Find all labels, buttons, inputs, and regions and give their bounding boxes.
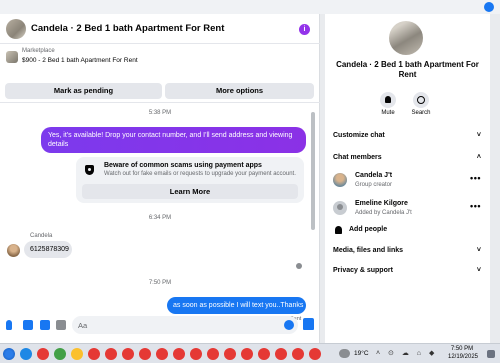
member-name: Emeline Kilgore xyxy=(355,200,408,207)
customize-chat-label: Customize chat xyxy=(333,132,385,139)
member-role: Added by Candela J't xyxy=(355,210,412,216)
taskbar-app-icon[interactable] xyxy=(37,348,49,360)
chat-members-label: Chat members xyxy=(333,154,382,161)
chat-members-section[interactable]: Chat members ˄ xyxy=(333,154,481,161)
gif-icon[interactable] xyxy=(40,320,50,330)
sender-name: Candela xyxy=(30,233,53,239)
timestamp: 6:34 PM xyxy=(148,215,172,221)
windows-taskbar: 19°C ˄ ⊙ ☁ ⌂ ◆ 7:50 PM 12/19/2025 xyxy=(0,343,500,363)
avatar[interactable] xyxy=(333,201,347,215)
message-composer xyxy=(0,312,320,343)
privacy-support-section[interactable]: Privacy & support ˅ xyxy=(333,267,481,274)
taskbar-app-icon[interactable] xyxy=(275,348,287,360)
incoming-message[interactable]: 6125878309 xyxy=(24,241,72,258)
timestamp: 5:38 PM xyxy=(148,110,172,116)
seen-indicator-avatar xyxy=(296,263,302,269)
timestamp: 7:50 PM xyxy=(148,280,172,286)
safety-notice: Beware of common scams using payment app… xyxy=(76,157,304,203)
weather-icon[interactable] xyxy=(339,349,350,358)
shield-icon xyxy=(85,165,94,175)
add-people-button[interactable]: Add people xyxy=(333,225,433,237)
taskbar-app-icon[interactable] xyxy=(54,348,66,360)
member-item[interactable]: Emeline Kilgore Added by Candela J't ••• xyxy=(333,199,483,221)
message-input[interactable] xyxy=(72,316,298,334)
info-icon[interactable]: i xyxy=(299,24,310,35)
taskbar-app-icon[interactable] xyxy=(139,348,151,360)
message-list: 5:38 PM Yes, it's available! Drop your c… xyxy=(0,104,320,329)
system-tray-icons[interactable]: ˄ ⊙ ☁ ⌂ ◆ xyxy=(376,349,437,357)
thumbs-up-icon[interactable] xyxy=(303,318,314,330)
marketplace-listing: Marketplace $900 - 2 Bed 1 bath Apartmen… xyxy=(0,45,320,103)
search-label[interactable]: Search xyxy=(406,110,436,116)
photo-icon[interactable] xyxy=(56,320,66,330)
temperature[interactable]: 19°C xyxy=(354,350,369,357)
chat-scrollbar[interactable] xyxy=(311,112,315,230)
taskbar-app-icon[interactable] xyxy=(122,348,134,360)
privacy-support-label: Privacy & support xyxy=(333,267,393,274)
taskbar-app-icon[interactable] xyxy=(20,348,32,360)
clock-date[interactable]: 12/19/2025 xyxy=(443,354,483,360)
more-options-button[interactable]: More options xyxy=(165,83,314,99)
chat-header: Candela · 2 Bed 1 bath Apartment For Ren… xyxy=(0,14,320,44)
add-people-label: Add people xyxy=(349,226,388,233)
taskbar-app-icon[interactable] xyxy=(71,348,83,360)
conversation-avatar[interactable] xyxy=(389,21,423,55)
emoji-icon[interactable] xyxy=(284,320,294,330)
media-files-links-section[interactable]: Media, files and links ˅ xyxy=(333,247,481,254)
marketplace-label: Marketplace xyxy=(22,48,55,54)
listing-avatar[interactable] xyxy=(6,18,26,39)
listing-price-title[interactable]: $900 - 2 Bed 1 bath Apartment For Rent xyxy=(22,57,138,64)
listing-thumbnail[interactable] xyxy=(6,51,18,63)
customize-chat-section[interactable]: Customize chat ˅ xyxy=(333,132,481,139)
sticker-icon[interactable] xyxy=(23,320,33,330)
member-role: Group creator xyxy=(355,182,393,188)
taskbar-app-icon[interactable] xyxy=(207,348,219,360)
more-options-icon[interactable]: ••• xyxy=(470,201,481,211)
more-options-icon[interactable]: ••• xyxy=(470,173,481,183)
chat-panel: Candela · 2 Bed 1 bath Apartment For Ren… xyxy=(0,14,320,343)
bell-icon[interactable] xyxy=(380,92,396,108)
chevron-down-icon: ˅ xyxy=(476,247,481,254)
outgoing-message[interactable]: Yes, it's available! Drop your contact n… xyxy=(41,127,306,153)
sender-avatar[interactable] xyxy=(7,244,20,257)
conversation-details-panel: Candela · 2 Bed 1 bath Apartment For Ren… xyxy=(325,14,490,343)
chevron-down-icon: ˅ xyxy=(476,132,481,139)
avatar[interactable] xyxy=(333,173,347,187)
taskbar-app-icon[interactable] xyxy=(258,348,270,360)
conversation-title: Candela · 2 Bed 1 bath Apartment For Ren… xyxy=(336,60,479,80)
chevron-up-icon: ˄ xyxy=(476,154,481,161)
facebook-icon[interactable] xyxy=(484,2,494,12)
taskbar-app-icon[interactable] xyxy=(309,348,321,360)
notifications-icon[interactable] xyxy=(487,350,495,358)
taskbar-app-icon[interactable] xyxy=(224,348,236,360)
member-item[interactable]: Candela J't Group creator ••• xyxy=(333,171,483,193)
taskbar-app-icon[interactable] xyxy=(173,348,185,360)
taskbar-app-icon[interactable] xyxy=(88,348,100,360)
browser-top-strip xyxy=(0,0,500,14)
taskbar-app-icon[interactable] xyxy=(156,348,168,360)
windows-start-icon[interactable] xyxy=(3,348,15,360)
taskbar-app-icon[interactable] xyxy=(190,348,202,360)
safety-title: Beware of common scams using payment app… xyxy=(104,162,262,169)
chevron-down-icon: ˅ xyxy=(476,267,481,274)
taskbar-app-icon[interactable] xyxy=(105,348,117,360)
taskbar-app-icon[interactable] xyxy=(241,348,253,360)
member-name: Candela J't xyxy=(355,172,393,179)
search-icon[interactable] xyxy=(413,92,429,108)
microphone-icon[interactable] xyxy=(6,320,12,330)
media-files-links-label: Media, files and links xyxy=(333,247,404,254)
chat-title[interactable]: Candela · 2 Bed 1 bath Apartment For Ren… xyxy=(31,23,224,34)
mute-label[interactable]: Mute xyxy=(373,110,403,116)
taskbar-app-icon[interactable] xyxy=(292,348,304,360)
mark-as-pending-button[interactable]: Mark as pending xyxy=(5,83,162,99)
learn-more-button[interactable]: Learn More xyxy=(82,184,298,199)
safety-body: Watch out for fake emails or requests to… xyxy=(104,171,296,177)
clock-time[interactable]: 7:50 PM xyxy=(447,346,477,352)
add-person-icon xyxy=(335,226,342,234)
